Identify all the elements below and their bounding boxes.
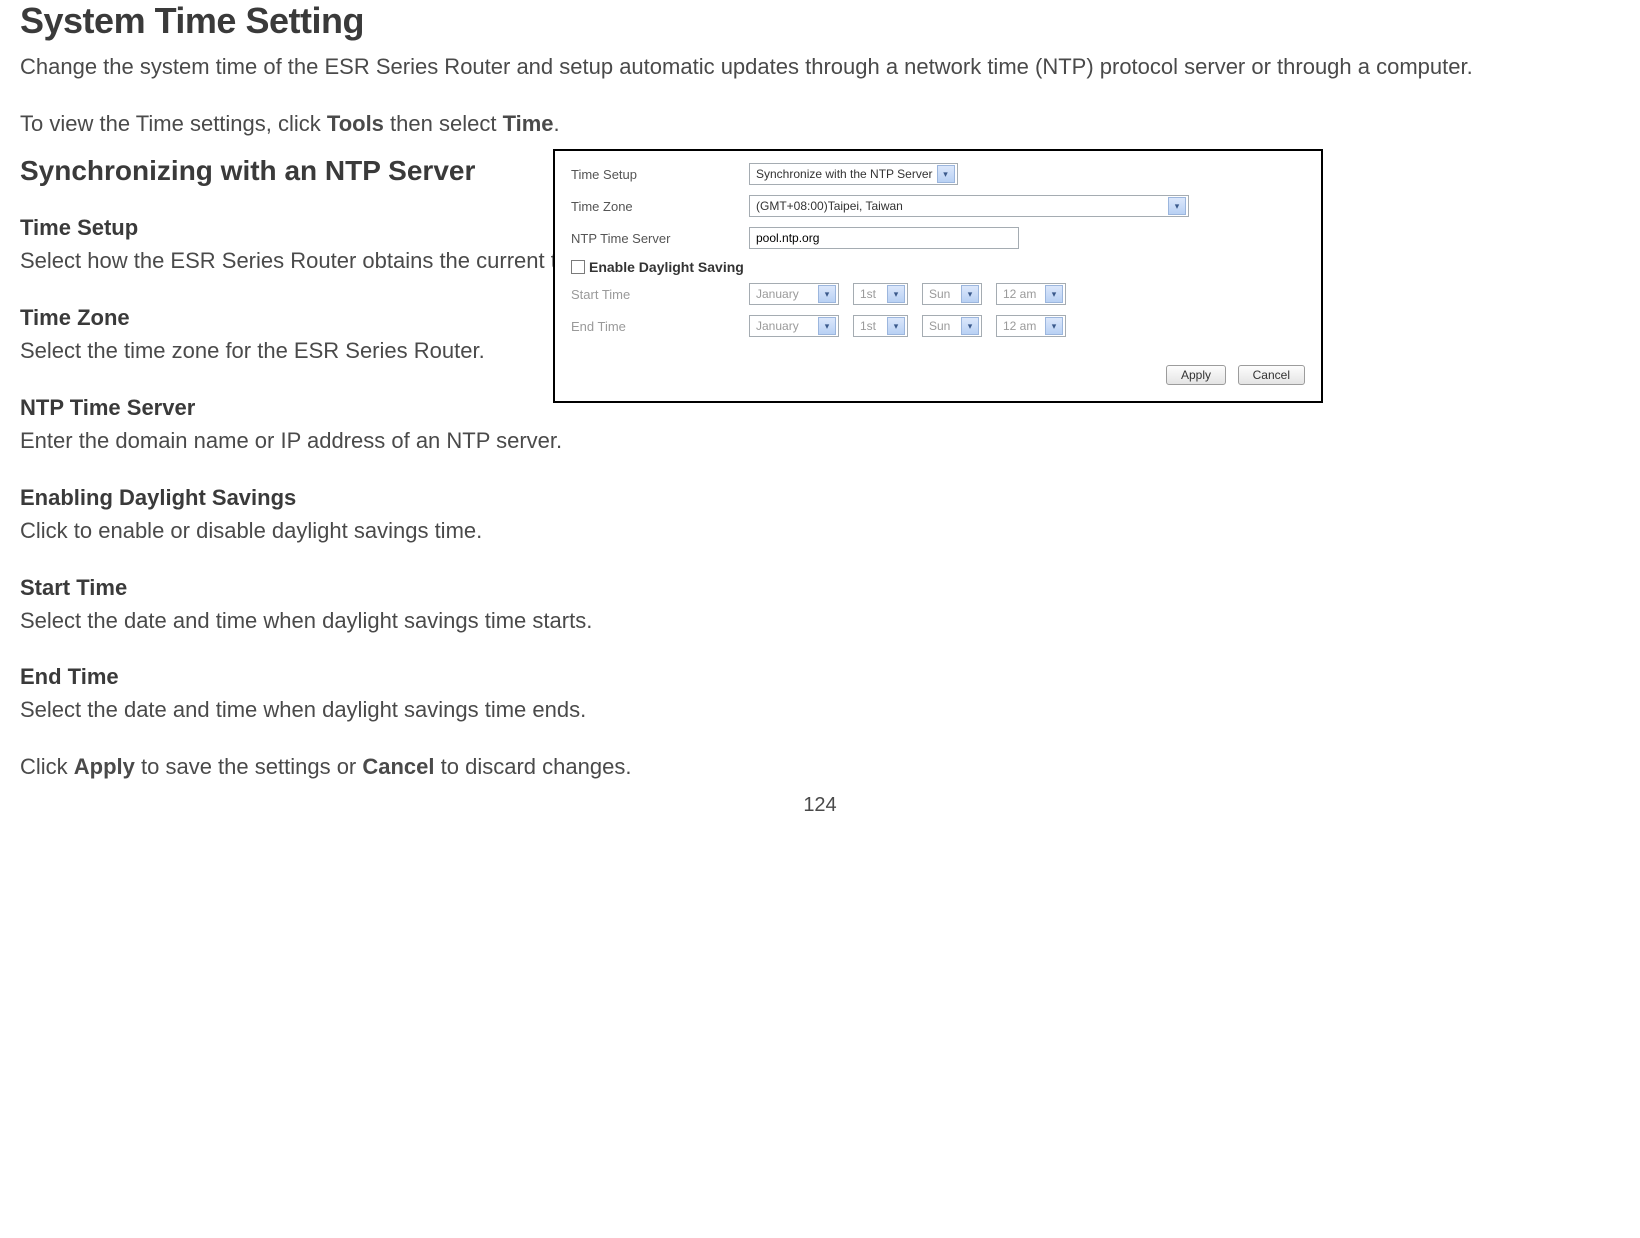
time-zone-value: (GMT+08:00)Taipei, Taiwan (756, 199, 903, 213)
chevron-down-icon: ▾ (961, 317, 979, 335)
bottom-post: to discard changes. (435, 754, 632, 779)
end-date-select[interactable]: 1st ▾ (853, 315, 908, 337)
field-title: End Time (20, 664, 660, 690)
end-day-value: Sun (929, 319, 950, 333)
chevron-down-icon: ▾ (818, 317, 836, 335)
field-title: Enabling Daylight Savings (20, 485, 660, 511)
label-start-time: Start Time (571, 287, 749, 302)
page-number: 124 (20, 794, 1620, 817)
end-date-value: 1st (860, 319, 876, 333)
field-start-time: Start Time Select the date and time when… (20, 575, 660, 637)
nav-time: Time (503, 111, 554, 136)
label-end-time: End Time (571, 319, 749, 334)
end-hour-select[interactable]: 12 am ▾ (996, 315, 1066, 337)
start-hour-value: 12 am (1003, 287, 1036, 301)
label-time-setup: Time Setup (571, 167, 749, 182)
label-dst: Enable Daylight Saving (589, 259, 744, 275)
nav-mid: then select (384, 111, 503, 136)
ntp-server-input[interactable] (749, 227, 1019, 249)
chevron-down-icon: ▾ (1045, 285, 1063, 303)
page-title: System Time Setting (20, 0, 1620, 42)
start-hour-select[interactable]: 12 am ▾ (996, 283, 1066, 305)
field-title: Start Time (20, 575, 660, 601)
field-end-time: End Time Select the date and time when d… (20, 664, 660, 726)
end-hour-value: 12 am (1003, 319, 1036, 333)
intro-text: Change the system time of the ESR Series… (20, 50, 1620, 83)
field-desc: Select the date and time when daylight s… (20, 694, 660, 726)
start-date-value: 1st (860, 287, 876, 301)
bottom-instruction: Click Apply to save the settings or Canc… (20, 754, 660, 780)
nav-tools: Tools (327, 111, 384, 136)
time-setup-select[interactable]: Synchronize with the NTP Server ▾ (749, 163, 958, 185)
field-desc: Click to enable or disable daylight savi… (20, 515, 660, 547)
end-month-value: January (756, 319, 799, 333)
bottom-apply: Apply (74, 754, 135, 779)
time-zone-select[interactable]: (GMT+08:00)Taipei, Taiwan ▾ (749, 195, 1189, 217)
nav-instruction: To view the Time settings, click Tools t… (20, 111, 1620, 137)
chevron-down-icon: ▾ (1045, 317, 1063, 335)
label-ntp-server: NTP Time Server (571, 231, 749, 246)
bottom-mid: to save the settings or (135, 754, 362, 779)
label-time-zone: Time Zone (571, 199, 749, 214)
time-setup-value: Synchronize with the NTP Server (756, 167, 933, 181)
field-ntp-server: NTP Time Server Enter the domain name or… (20, 395, 660, 457)
apply-button[interactable]: Apply (1166, 365, 1226, 385)
field-desc: Select the date and time when daylight s… (20, 605, 660, 637)
end-day-select[interactable]: Sun ▾ (922, 315, 982, 337)
chevron-down-icon: ▾ (937, 165, 955, 183)
start-month-select[interactable]: January ▾ (749, 283, 839, 305)
end-month-select[interactable]: January ▾ (749, 315, 839, 337)
chevron-down-icon: ▾ (961, 285, 979, 303)
dst-checkbox[interactable] (571, 260, 585, 274)
bottom-cancel: Cancel (362, 754, 434, 779)
chevron-down-icon: ▾ (887, 285, 905, 303)
chevron-down-icon: ▾ (887, 317, 905, 335)
field-desc: Enter the domain name or IP address of a… (20, 425, 660, 457)
bottom-pre: Click (20, 754, 74, 779)
start-day-select[interactable]: Sun ▾ (922, 283, 982, 305)
chevron-down-icon: ▾ (1168, 197, 1186, 215)
cancel-button[interactable]: Cancel (1238, 365, 1305, 385)
chevron-down-icon: ▾ (818, 285, 836, 303)
field-dst: Enabling Daylight Savings Click to enabl… (20, 485, 660, 547)
start-date-select[interactable]: 1st ▾ (853, 283, 908, 305)
router-settings-panel: Time Setup Synchronize with the NTP Serv… (553, 149, 1323, 403)
nav-post: . (554, 111, 560, 136)
start-month-value: January (756, 287, 799, 301)
start-day-value: Sun (929, 287, 950, 301)
nav-pre: To view the Time settings, click (20, 111, 327, 136)
